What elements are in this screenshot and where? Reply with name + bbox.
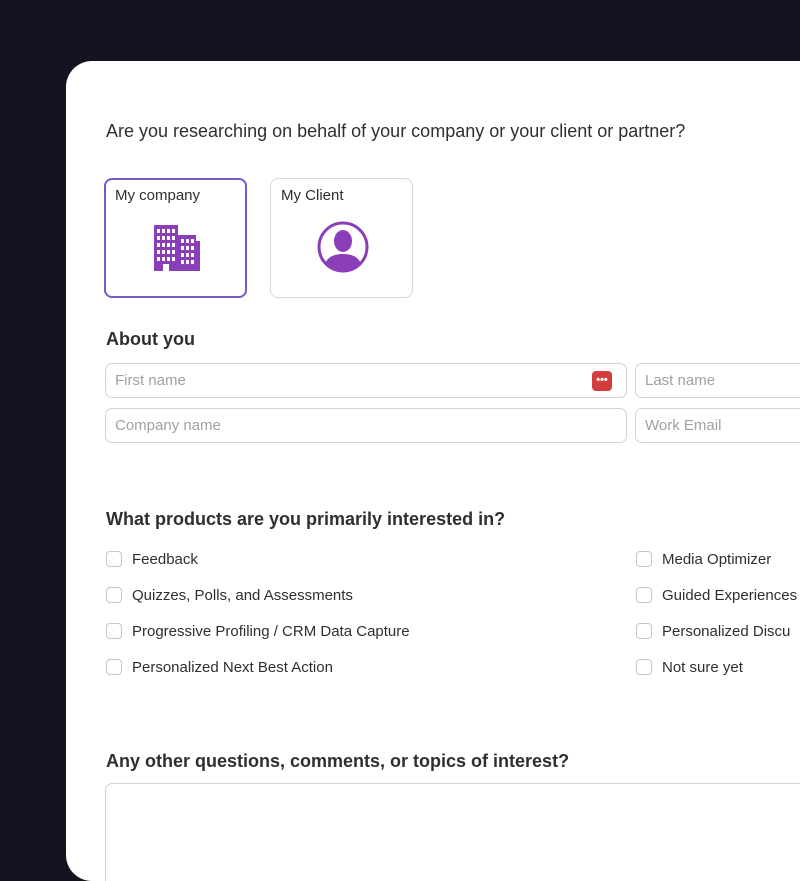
checkbox[interactable] <box>636 659 652 675</box>
first-name-input[interactable] <box>105 363 627 398</box>
choice-my-company[interactable]: My company <box>104 178 247 298</box>
choice-label: My Client <box>281 187 344 204</box>
about-you-heading: About you <box>106 329 195 349</box>
checkbox[interactable] <box>636 551 652 567</box>
product-checkbox-next-best-action[interactable]: Personalized Next Best Action <box>106 657 333 677</box>
product-checkbox-feedback[interactable]: Feedback <box>106 549 198 569</box>
checkbox-label: Personalized Discu <box>662 622 791 640</box>
checkbox[interactable] <box>106 659 122 675</box>
product-checkbox-progressive-profiling[interactable]: Progressive Profiling / CRM Data Capture <box>106 621 410 641</box>
research-question: Are you researching on behalf of your co… <box>106 121 686 141</box>
building-icon <box>154 225 200 271</box>
last-name-input[interactable] <box>635 363 800 398</box>
product-checkbox-not-sure[interactable]: Not sure yet <box>636 657 743 677</box>
checkbox[interactable] <box>106 623 122 639</box>
comments-heading: Any other questions, comments, or topics… <box>106 751 570 771</box>
product-checkbox-media-optimizer[interactable]: Media Optimizer <box>636 549 771 569</box>
checkbox-label: Quizzes, Polls, and Assessments <box>132 586 353 604</box>
checkbox-label: Feedback <box>132 550 198 568</box>
checkbox-label: Guided Experiences <box>662 586 798 604</box>
checkbox-label: Personalized Next Best Action <box>132 658 333 676</box>
comments-textarea[interactable] <box>105 783 800 881</box>
products-heading: What products are you primarily interest… <box>106 509 506 529</box>
person-avatar-icon <box>317 221 369 273</box>
checkbox-label: Progressive Profiling / CRM Data Capture <box>132 622 410 640</box>
choice-label: My company <box>115 187 201 204</box>
product-checkbox-guided-experiences[interactable]: Guided Experiences <box>636 585 797 605</box>
checkbox[interactable] <box>106 587 122 603</box>
checkbox-label: Not sure yet <box>662 658 743 676</box>
product-checkbox-quizzes[interactable]: Quizzes, Polls, and Assessments <box>106 585 353 605</box>
choice-my-client[interactable]: My Client <box>270 178 413 298</box>
checkbox-label: Media Optimizer <box>662 550 772 568</box>
checkbox[interactable] <box>636 587 652 603</box>
checkbox[interactable] <box>106 551 122 567</box>
password-manager-icon[interactable]: ••• <box>592 371 612 391</box>
form-card: Are you researching on behalf of your co… <box>66 61 800 881</box>
product-checkbox-personalized-discu[interactable]: Personalized Discu <box>636 621 790 641</box>
work-email-input[interactable] <box>635 408 800 443</box>
company-name-input[interactable] <box>105 408 627 443</box>
checkbox[interactable] <box>636 623 652 639</box>
